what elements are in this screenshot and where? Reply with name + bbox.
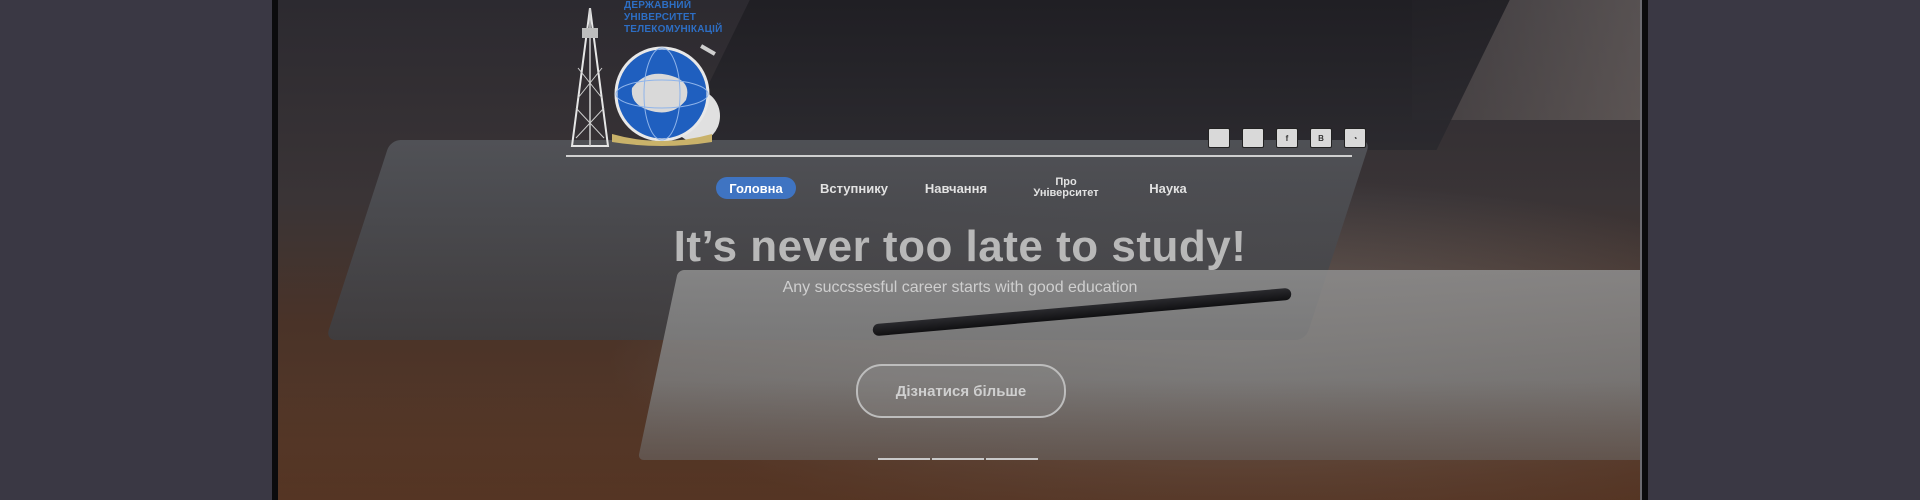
monitor-icon[interactable] — [1208, 128, 1230, 148]
facebook-icon[interactable]: f — [1276, 128, 1298, 148]
background-laptop-screen — [676, 0, 1520, 150]
nav-item-about-line-2: Університет — [1033, 187, 1099, 199]
slide-indicator-3[interactable] — [986, 458, 1038, 460]
square-icon[interactable] — [1242, 128, 1264, 148]
nav-item-applicant[interactable]: Вступнику — [814, 177, 894, 199]
university-logo[interactable]: Державний університет телекомунікацій — [568, 0, 758, 150]
vk-icon[interactable]: B — [1310, 128, 1332, 148]
globe-icon — [612, 44, 720, 146]
slide-indicator-2[interactable] — [932, 458, 984, 460]
hero-headline: It’s never too late to study! — [673, 222, 1247, 271]
logo-text-line-3: телекомунікацій — [624, 24, 723, 35]
hero-subline: Any succssesful career starts with good … — [782, 279, 1138, 296]
nav-item-about[interactable]: Про Університет — [1018, 177, 1114, 199]
nav-item-science[interactable]: Наука — [1136, 177, 1200, 199]
nav-item-study[interactable]: Навчання — [916, 177, 996, 199]
slide-indicator-1[interactable] — [878, 458, 930, 460]
nav-item-home[interactable]: Головна — [716, 177, 796, 199]
slider-pager — [878, 458, 1038, 460]
frame-border — [1642, 0, 1648, 500]
rss-icon[interactable]: ◔ — [1344, 128, 1366, 148]
header-divider — [566, 155, 1352, 157]
learn-more-button[interactable]: Дізнатися більше — [856, 364, 1066, 418]
logo-text-line-1: Державний — [624, 0, 692, 11]
logo-text: Державний університет телекомунікацій — [624, 0, 764, 36]
logo-text-line-2: університет — [624, 12, 697, 23]
social-links: f B ◔ — [1208, 128, 1366, 148]
